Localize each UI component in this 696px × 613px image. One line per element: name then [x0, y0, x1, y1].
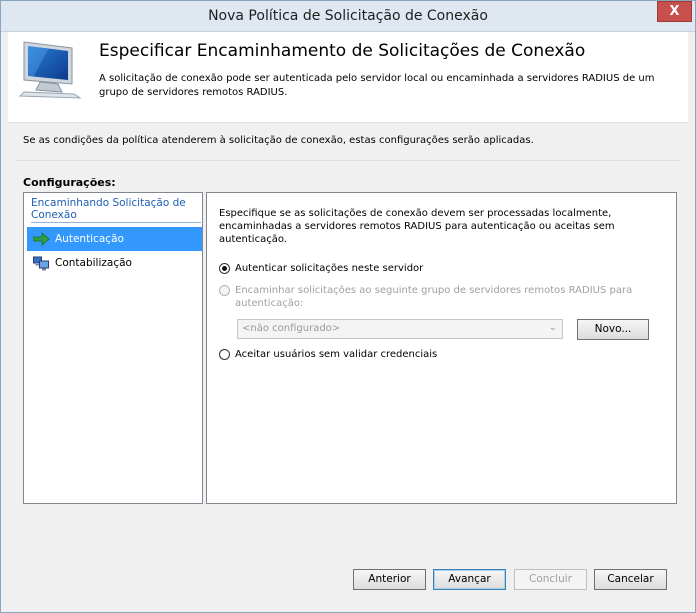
intro-text: Se as condições da política atenderem à … — [23, 135, 534, 146]
radio-button[interactable] — [219, 263, 230, 274]
settings-panel: Especifique se as solicitações de conexã… — [206, 192, 677, 504]
settings-nav: Encaminhando Solicitação de Conexão Aute… — [23, 192, 203, 504]
page-description: A solicitação de conexão pode ser autent… — [99, 73, 655, 98]
nav-item-label: Contabilização — [55, 257, 132, 269]
wizard-content: Se as condições da política atenderem à … — [8, 123, 688, 606]
title-bar: Nova Política de Solicitação de Conexão … — [1, 1, 695, 32]
back-button[interactable]: Anterior — [353, 569, 426, 590]
next-button[interactable]: Avançar — [433, 569, 506, 590]
nav-group-header: Encaminhando Solicitação de Conexão — [31, 197, 201, 223]
server-group-value: <não configurado> — [242, 323, 341, 334]
green-arrow-icon — [33, 232, 50, 246]
page-title: Especificar Encaminhamento de Solicitaçõ… — [99, 41, 586, 61]
window-title: Nova Política de Solicitação de Conexão — [208, 8, 488, 24]
finish-button[interactable]: Concluir — [514, 569, 587, 590]
settings-label: Configurações: — [23, 176, 116, 189]
nav-item-label: Autenticação — [55, 233, 124, 245]
server-group-combo[interactable]: <não configurado> ⌄ — [237, 319, 563, 339]
cancel-button[interactable]: Cancelar — [594, 569, 667, 590]
close-button[interactable]: X — [657, 1, 692, 22]
nav-item-authentication[interactable]: Autenticação — [27, 227, 202, 251]
server-computers-icon — [33, 256, 49, 271]
radio-button[interactable] — [219, 349, 230, 360]
option-label: Encaminhar solicitações ao seguinte grup… — [235, 285, 633, 309]
panel-description: Especifique se as solicitações de conexã… — [219, 208, 615, 245]
monitor-icon — [18, 41, 82, 99]
wizard-header: Especificar Encaminhamento de Solicitaçõ… — [8, 32, 688, 123]
option-label: Aceitar usuários sem validar credenciais — [235, 349, 438, 360]
divider — [16, 160, 680, 161]
new-button[interactable]: Novo... — [577, 319, 649, 340]
chevron-down-icon: ⌄ — [548, 322, 557, 333]
option-label: Autenticar solicitações neste servidor — [235, 263, 424, 274]
radio-button[interactable] — [219, 285, 230, 296]
nav-item-accounting[interactable]: Contabilização — [27, 251, 202, 275]
wizard-window: Nova Política de Solicitação de Conexão … — [0, 0, 696, 613]
